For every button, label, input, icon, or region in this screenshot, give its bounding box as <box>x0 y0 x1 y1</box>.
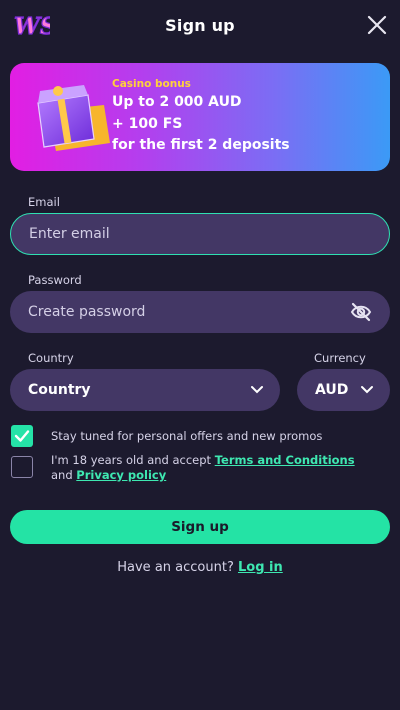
country-select[interactable]: Country <box>10 369 280 411</box>
bonus-amount: Up to 2 000 AUD <box>112 94 242 110</box>
gift-box-icon <box>37 85 110 151</box>
chevron-down-icon <box>251 386 263 394</box>
have-account-row: Have an account? Log in <box>0 560 400 575</box>
header: WS Sign up <box>0 0 400 52</box>
email-field[interactable] <box>11 214 389 254</box>
eye-off-icon[interactable] <box>350 302 372 322</box>
country-value: Country <box>28 382 91 398</box>
privacy-link[interactable]: Privacy policy <box>76 468 166 482</box>
have-account-text: Have an account? <box>117 560 234 575</box>
signup-button[interactable]: Sign up <box>10 510 390 544</box>
bonus-free-spins: + 100 FS <box>112 116 183 132</box>
check-icon <box>14 430 30 442</box>
terms-link[interactable]: Terms and Conditions <box>215 453 355 467</box>
promos-checkbox[interactable] <box>11 425 33 447</box>
age-terms-checkbox[interactable] <box>11 456 33 478</box>
email-field-wrapper <box>10 213 390 255</box>
bonus-condition: for the first 2 deposits <box>112 137 290 153</box>
email-label: Email <box>28 195 60 209</box>
close-icon[interactable] <box>366 14 388 36</box>
login-link[interactable]: Log in <box>238 560 283 575</box>
age-terms-label: I'm 18 years old and accept Terms and Co… <box>51 453 391 483</box>
password-label: Password <box>28 273 82 287</box>
chevron-down-icon <box>361 386 373 394</box>
bonus-banner[interactable]: Casino bonus Up to 2 000 AUD + 100 FS fo… <box>10 63 390 171</box>
country-label: Country <box>28 351 74 365</box>
password-field[interactable] <box>10 291 390 333</box>
currency-select[interactable]: AUD <box>297 369 390 411</box>
promos-label: Stay tuned for personal offers and new p… <box>51 429 323 443</box>
password-field-wrapper <box>10 291 390 333</box>
currency-value: AUD <box>315 382 349 398</box>
age-text: I'm 18 years old and accept <box>51 453 215 467</box>
age-and-text: and <box>51 468 77 482</box>
currency-label: Currency <box>314 351 366 365</box>
page-title: Sign up <box>165 16 235 35</box>
bonus-tag: Casino bonus <box>112 78 191 90</box>
